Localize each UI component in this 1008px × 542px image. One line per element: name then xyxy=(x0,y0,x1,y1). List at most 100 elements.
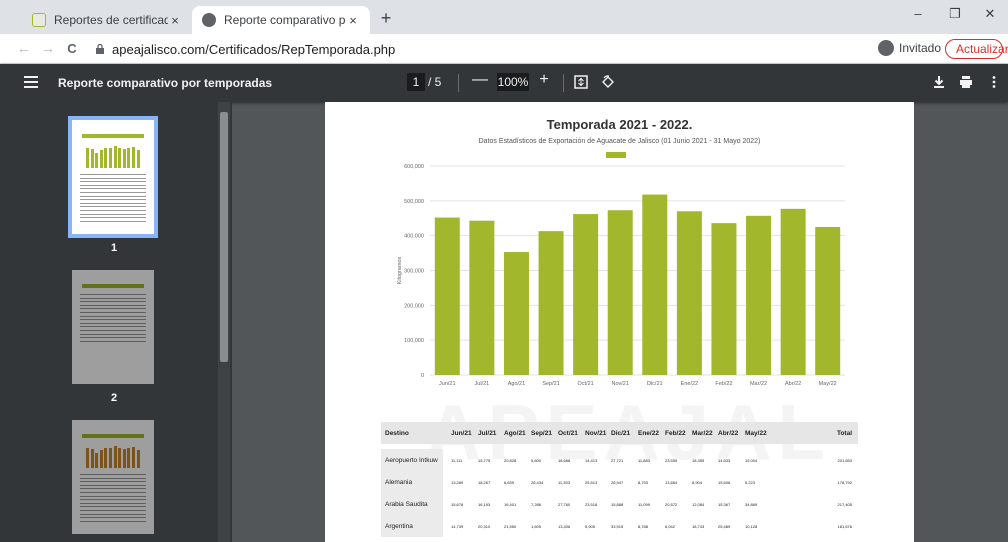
lock-icon[interactable] xyxy=(95,44,105,54)
thumbnail-table-line xyxy=(80,312,146,313)
thumbnail-table-line xyxy=(80,510,146,511)
download-icon[interactable] xyxy=(932,75,946,89)
new-tab-button[interactable]: + xyxy=(376,8,396,28)
print-icon[interactable] xyxy=(959,75,973,89)
profile-label: Invitado xyxy=(899,41,942,55)
minimize-button[interactable]: – xyxy=(903,6,933,21)
page-number-input[interactable]: 1 xyxy=(407,73,425,91)
thumbnail-bar xyxy=(122,149,126,168)
table-header-cell: Oct/21 xyxy=(558,429,578,437)
table-cell: 11,393 xyxy=(558,479,570,485)
sidebar-scrollbar-thumb[interactable] xyxy=(220,112,228,362)
table-cell: 26,434 xyxy=(531,479,544,485)
zoom-input[interactable]: 100% xyxy=(497,73,529,91)
pdf-toolbar: Reporte comparativo por temporadas 1 / 5… xyxy=(0,64,1008,102)
chart-bar xyxy=(676,211,702,375)
table-cell: 18,743 xyxy=(692,523,705,529)
table-cell: 14,739 xyxy=(451,523,464,529)
thumbnail-bar xyxy=(90,148,94,168)
thumbnail-table-line xyxy=(80,177,146,179)
chart-bar xyxy=(607,210,633,375)
close-tab-icon[interactable]: × xyxy=(346,13,360,28)
page-thumbnail[interactable] xyxy=(68,116,158,238)
table-cell: 23,518 xyxy=(585,501,598,507)
table-header-cell: Nov/21 xyxy=(585,429,607,437)
thumbnail-table-line xyxy=(80,499,146,501)
profile-button[interactable]: Invitado xyxy=(878,40,941,56)
table-cell: 1,605 xyxy=(531,523,542,529)
thumbnail-bar xyxy=(109,447,112,468)
x-tick-label: Oct/21 xyxy=(578,381,594,387)
forward-button[interactable]: → xyxy=(38,40,58,58)
table-cell: 8,793 xyxy=(638,479,649,485)
x-tick-label: Nov/21 xyxy=(611,381,628,387)
thumbnail-table-line xyxy=(80,506,146,508)
address-bar: ← → C apeajalisco.com/Certificados/RepTe… xyxy=(0,34,1008,64)
x-tick-label: Dic/21 xyxy=(647,381,663,387)
table-cell: 6,042 xyxy=(665,523,676,529)
thumbnail-bar xyxy=(86,448,89,468)
rotate-icon[interactable] xyxy=(601,75,615,89)
table-cell: 12,084 xyxy=(692,501,705,507)
toolbar-divider xyxy=(563,74,564,92)
avatar-icon xyxy=(878,40,894,56)
url-field[interactable]: apeajalisco.com/Certificados/RepTemporad… xyxy=(112,42,395,57)
y-tick-label: 400,000 xyxy=(404,234,424,240)
thumbnail-bar xyxy=(86,148,89,168)
thumbnail-table-line xyxy=(80,202,146,204)
thumbnail-header-band xyxy=(82,284,144,288)
reload-button[interactable]: C xyxy=(62,40,82,58)
table-cell: 18,668 xyxy=(558,457,571,463)
table-row-name: Aeropuerto Intkuw xyxy=(385,456,438,464)
globe-icon xyxy=(202,13,216,27)
thumbnail-bar xyxy=(122,449,126,468)
table-header-cell: Ene/22 xyxy=(638,429,659,437)
chart-bar xyxy=(573,214,599,375)
thumbnail-table-line xyxy=(80,340,146,342)
table-cell: 11,099 xyxy=(638,501,650,507)
table-cell: 19,004 xyxy=(745,457,758,463)
y-tick-label: 600,000 xyxy=(404,164,424,170)
table-cell: 5,600 xyxy=(531,457,542,463)
y-tick-label: 300,000 xyxy=(404,269,424,275)
thumbnail-table-line xyxy=(80,330,146,331)
zoom-in-button[interactable]: + xyxy=(535,71,553,89)
page-thumbnail[interactable] xyxy=(72,420,154,534)
thumbnail-table-line xyxy=(80,188,146,190)
tab-reportes-certificados[interactable]: Reportes de certificados × xyxy=(22,6,192,34)
fit-page-icon[interactable] xyxy=(574,75,588,89)
page-thumbnail[interactable] xyxy=(72,270,154,384)
thumbnail-table-line xyxy=(80,484,146,486)
thumbnail-bar xyxy=(132,147,135,168)
thumbnail-bar xyxy=(95,152,99,168)
browser-tab-bar: Reportes de certificados × Reporte compa… xyxy=(0,0,1008,34)
thumbnail-table-line xyxy=(80,474,146,475)
chart-bar xyxy=(780,208,806,375)
close-tab-icon[interactable]: × xyxy=(168,13,182,28)
table-row: Argentina 14,739 20,310 21,550 1,605 13,406 5,… xyxy=(381,515,858,537)
x-tick-label: Sep/21 xyxy=(542,381,559,387)
thumbnail-table-line xyxy=(80,337,146,339)
table-cell: 10,128 xyxy=(745,523,758,529)
thumbnail-table-line xyxy=(80,513,146,515)
back-button[interactable]: ← xyxy=(14,40,34,58)
thumbnail-bar xyxy=(118,147,122,168)
table-row-name: Alemania xyxy=(385,478,413,486)
update-button[interactable]: Actualizar xyxy=(945,39,1008,59)
thumbnail-table-line xyxy=(80,520,146,522)
pdf-page: APEAJAL Temporada 2021 - 2022. Datos Est… xyxy=(325,102,914,542)
tab-reporte-comparativo[interactable]: Reporte comparativo por tempo × xyxy=(192,6,370,34)
more-vert-icon[interactable] xyxy=(987,75,1001,89)
thumbnail-table-line xyxy=(80,195,146,197)
close-window-button[interactable]: ✕ xyxy=(975,6,1005,22)
thumbnail-table-line xyxy=(80,333,146,335)
zoom-out-button[interactable]: — xyxy=(471,71,489,89)
thumbnail-table-line xyxy=(80,517,146,519)
table-header-cell: Abr/22 xyxy=(718,429,739,437)
table-cell: 5,905 xyxy=(585,523,596,529)
menu-icon[interactable] xyxy=(24,76,38,88)
restore-button[interactable]: ❐ xyxy=(940,6,970,22)
thumbnail-bar xyxy=(113,145,117,168)
table-header-cell: Jun/21 xyxy=(451,429,472,437)
table-cell: 6,639 xyxy=(504,479,515,485)
